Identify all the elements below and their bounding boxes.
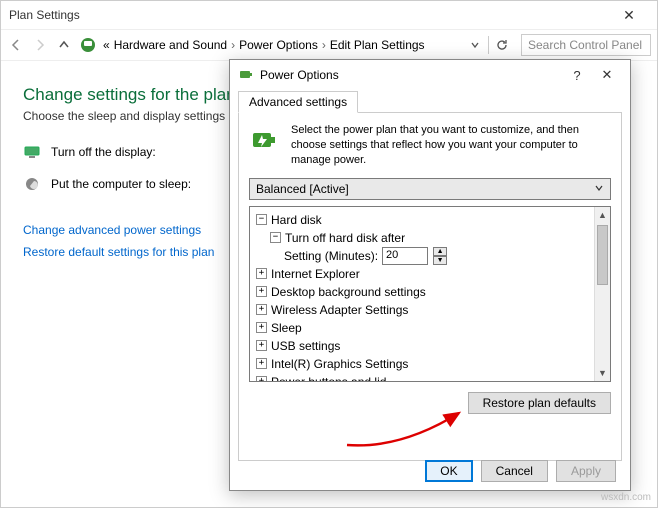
breadcrumb-item[interactable]: Power Options — [239, 38, 318, 52]
chevron-right-icon: › — [322, 38, 326, 52]
breadcrumb-prefix: « — [103, 38, 110, 52]
window-close-icon[interactable]: ✕ — [609, 7, 649, 24]
tree-ie[interactable]: Internet Explorer — [271, 265, 360, 283]
scroll-thumb[interactable] — [597, 225, 608, 285]
separator — [488, 36, 489, 54]
power-options-dialog: Power Options ? ✕ Advanced settings Sele… — [229, 59, 631, 491]
settings-tree[interactable]: −Hard disk −Turn off hard disk after Set… — [250, 207, 594, 381]
refresh-icon[interactable] — [493, 36, 511, 54]
help-button[interactable]: ? — [562, 68, 592, 83]
collapse-icon[interactable]: − — [256, 214, 267, 225]
sleep-icon — [23, 175, 41, 193]
spinner-buttons[interactable]: ▲▼ — [433, 247, 447, 265]
power-plan-selected: Balanced [Active] — [256, 182, 349, 196]
chevron-down-icon — [594, 182, 604, 196]
battery-small-icon — [238, 66, 254, 85]
tree-turn-off-hd[interactable]: Turn off hard disk after — [285, 229, 405, 247]
breadcrumb-item[interactable]: Hardware and Sound — [114, 38, 227, 52]
expand-icon[interactable]: + — [256, 268, 267, 279]
display-off-label: Turn off the display: — [51, 145, 221, 159]
watermark: wsxdn.com — [601, 492, 651, 503]
tree-desktop-bg[interactable]: Desktop background settings — [271, 283, 426, 301]
restore-plan-defaults-button[interactable]: Restore plan defaults — [468, 392, 611, 414]
control-panel-icon — [79, 36, 97, 54]
sleep-label: Put the computer to sleep: — [51, 177, 221, 191]
ok-button[interactable]: OK — [425, 460, 472, 482]
scroll-down-icon[interactable]: ▼ — [595, 365, 610, 381]
expand-icon[interactable]: + — [256, 304, 267, 315]
setting-minutes-label: Setting (Minutes): — [284, 247, 378, 265]
tree-intel[interactable]: Intel(R) Graphics Settings — [271, 355, 408, 373]
expand-icon[interactable]: + — [256, 286, 267, 297]
scroll-up-icon[interactable]: ▲ — [595, 207, 610, 223]
nav-up-icon[interactable] — [55, 36, 73, 54]
dialog-close-icon[interactable]: ✕ — [592, 67, 622, 83]
expand-icon[interactable]: + — [256, 358, 267, 369]
chevron-right-icon: › — [231, 38, 235, 52]
expand-icon[interactable]: + — [256, 322, 267, 333]
tree-power-buttons[interactable]: Power buttons and lid — [271, 373, 386, 381]
search-input[interactable]: Search Control Panel — [521, 34, 651, 56]
power-plan-dropdown[interactable]: Balanced [Active] — [249, 178, 611, 200]
chevron-down-icon[interactable] — [466, 36, 484, 54]
cancel-button[interactable]: Cancel — [481, 460, 548, 482]
dialog-intro-text: Select the power plan that you want to c… — [291, 123, 611, 168]
tab-advanced-settings[interactable]: Advanced settings — [238, 91, 358, 113]
battery-large-icon — [249, 123, 281, 155]
breadcrumb-item[interactable]: Edit Plan Settings — [330, 38, 425, 52]
tree-hard-disk[interactable]: Hard disk — [271, 211, 322, 229]
nav-back-icon[interactable] — [7, 36, 25, 54]
tree-scrollbar[interactable]: ▲ ▼ — [594, 207, 610, 381]
tree-sleep[interactable]: Sleep — [271, 319, 302, 337]
apply-button[interactable]: Apply — [556, 460, 616, 482]
tree-wireless[interactable]: Wireless Adapter Settings — [271, 301, 408, 319]
collapse-icon[interactable]: − — [270, 232, 281, 243]
expand-icon[interactable]: + — [256, 340, 267, 351]
nav-forward-icon[interactable] — [31, 36, 49, 54]
setting-minutes-input[interactable]: 20 — [382, 247, 428, 265]
expand-icon[interactable]: + — [256, 376, 267, 381]
tree-usb[interactable]: USB settings — [271, 337, 340, 355]
dialog-title: Power Options — [260, 68, 339, 82]
window-title: Plan Settings — [9, 8, 80, 22]
display-icon — [23, 143, 41, 161]
breadcrumb[interactable]: « Hardware and Sound › Power Options › E… — [103, 38, 425, 52]
